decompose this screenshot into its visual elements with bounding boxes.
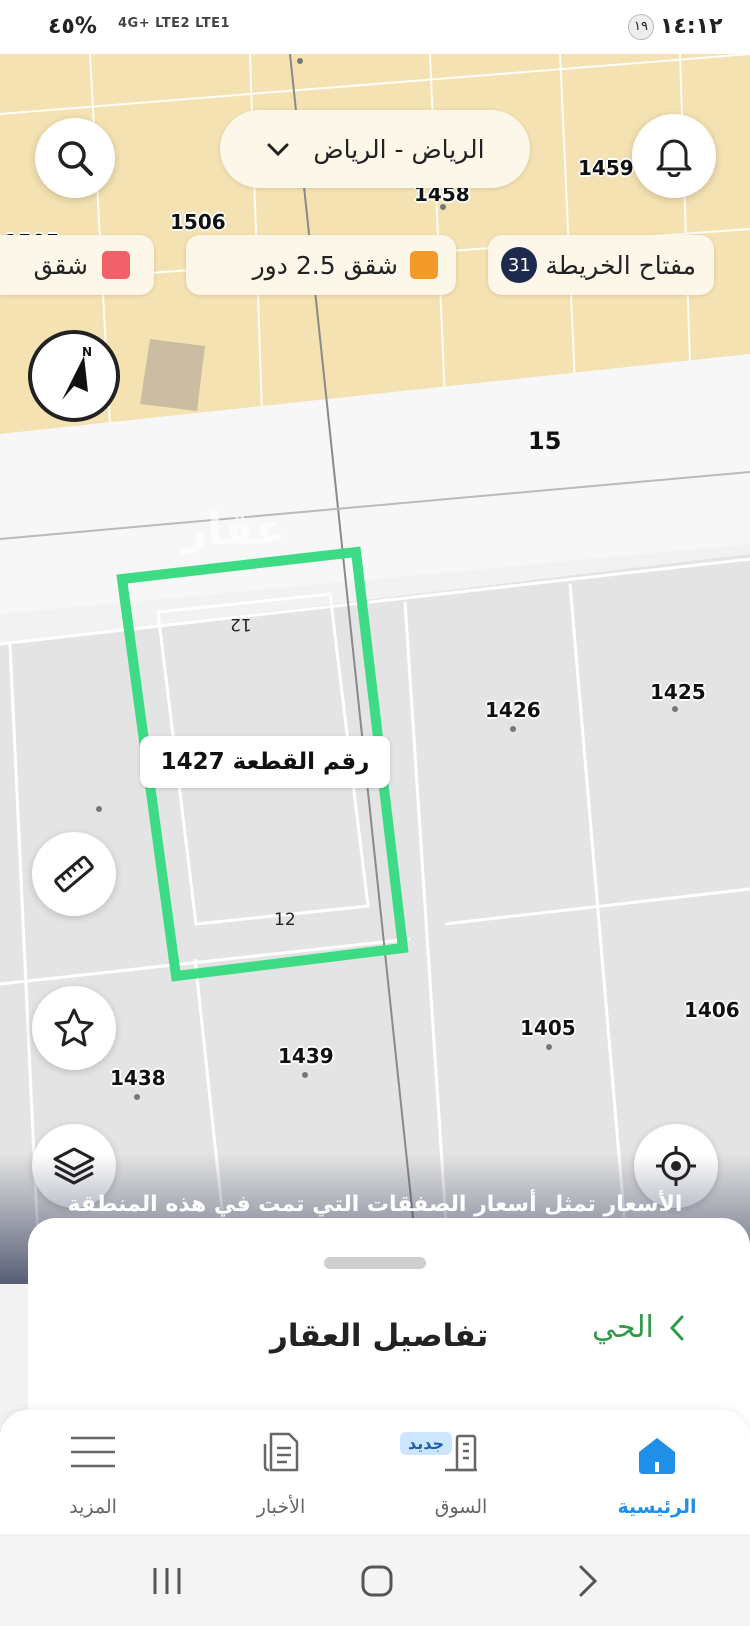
street-number: 15: [528, 427, 562, 455]
map-view[interactable]: عقار 15 1459 1458 1506 1505 1426 1425 14…: [0, 54, 750, 1284]
map-key-label: مفتاح الخريطة: [545, 250, 696, 280]
legend-swatch: [410, 251, 438, 279]
search-button[interactable]: [35, 118, 115, 198]
signal-indicator: 4G+ LTE2 LTE1: [118, 16, 231, 31]
legend-chip[interactable]: شقق 2.5 دور: [186, 235, 456, 295]
map-key-chip[interactable]: مفتاح الخريطة 31: [488, 235, 714, 295]
sheet-title: تفاصيل العقار: [270, 1318, 489, 1354]
chevron-left-icon: [669, 1315, 684, 1340]
location-selector-label: الرياض - الرياض: [313, 134, 485, 164]
bottom-navigation: الرئيسية جديد السوق الأخبار المزيد: [0, 1410, 750, 1534]
nav-home[interactable]: الرئيسية: [582, 1410, 732, 1534]
plot-number[interactable]: 1406: [684, 998, 740, 1022]
measure-button[interactable]: [32, 832, 116, 916]
battery-indicator: ٤٥%: [48, 14, 97, 39]
notification-count-badge: ١٩: [628, 14, 654, 40]
plot-number[interactable]: 1459: [578, 156, 634, 180]
legend-swatch: [102, 251, 130, 279]
nav-market[interactable]: جديد السوق: [386, 1410, 536, 1534]
watermark-logo: عقار: [182, 504, 286, 555]
neighborhood-link-label: الحي: [592, 1310, 654, 1345]
svg-text:N: N: [82, 345, 92, 359]
plot-dimension-top: 12: [230, 614, 252, 634]
menu-icon: [71, 1436, 115, 1468]
search-icon: [58, 141, 93, 176]
new-badge: جديد: [400, 1432, 453, 1455]
favorites-button[interactable]: [32, 986, 116, 1070]
nav-news-label: الأخبار: [256, 1496, 306, 1518]
home-icon: [639, 1438, 675, 1474]
plot-dimension-bottom: 12: [274, 910, 296, 930]
back-icon[interactable]: [576, 1564, 600, 1598]
plot-number[interactable]: 1438: [110, 1066, 166, 1090]
legend-label: شقق 2.5 دور: [252, 250, 398, 280]
nav-more[interactable]: المزيد: [18, 1410, 168, 1534]
location-selector[interactable]: الرياض - الرياض: [220, 110, 530, 188]
notifications-button[interactable]: [632, 114, 716, 198]
status-time: ١٤:١٢: [660, 14, 723, 39]
plot-number[interactable]: 1439: [278, 1044, 334, 1068]
star-icon: [54, 1008, 94, 1047]
recent-apps-icon[interactable]: [150, 1566, 184, 1596]
plot-number[interactable]: 1405: [520, 1016, 576, 1040]
ruler-icon: [54, 855, 94, 893]
compass-icon: N: [62, 345, 92, 400]
plot-number[interactable]: 1426: [485, 698, 541, 722]
sheet-drag-handle[interactable]: [324, 1257, 426, 1269]
system-navigation-bar: [0, 1534, 750, 1626]
chevron-down-icon: [267, 143, 289, 157]
nav-home-label: الرئيسية: [617, 1496, 697, 1518]
status-bar: ٤٥% 4G+ LTE2 LTE1 ١٩ ١٤:١٢: [0, 0, 750, 54]
nav-more-label: المزيد: [69, 1496, 117, 1518]
neighborhood-link[interactable]: الحي: [592, 1310, 690, 1345]
selected-plot-label[interactable]: رقم القطعة 1427: [140, 736, 390, 788]
home-system-icon[interactable]: [360, 1564, 394, 1598]
plot-number[interactable]: 1425: [650, 680, 706, 704]
plot-number[interactable]: 1506: [170, 210, 226, 234]
compass-button[interactable]: N: [28, 330, 120, 422]
legend-label: شقق: [33, 250, 88, 280]
news-icon: [263, 1432, 299, 1472]
legend-chip[interactable]: شقق: [0, 235, 154, 295]
nav-news[interactable]: الأخبار: [206, 1410, 356, 1534]
nav-market-label: السوق: [434, 1496, 488, 1518]
map-key-count-badge: 31: [501, 247, 538, 283]
bell-icon: [656, 139, 692, 177]
prices-disclaimer-banner: الأسعار تمثل أسعار الصفقات التي تمت في ه…: [67, 1192, 683, 1217]
